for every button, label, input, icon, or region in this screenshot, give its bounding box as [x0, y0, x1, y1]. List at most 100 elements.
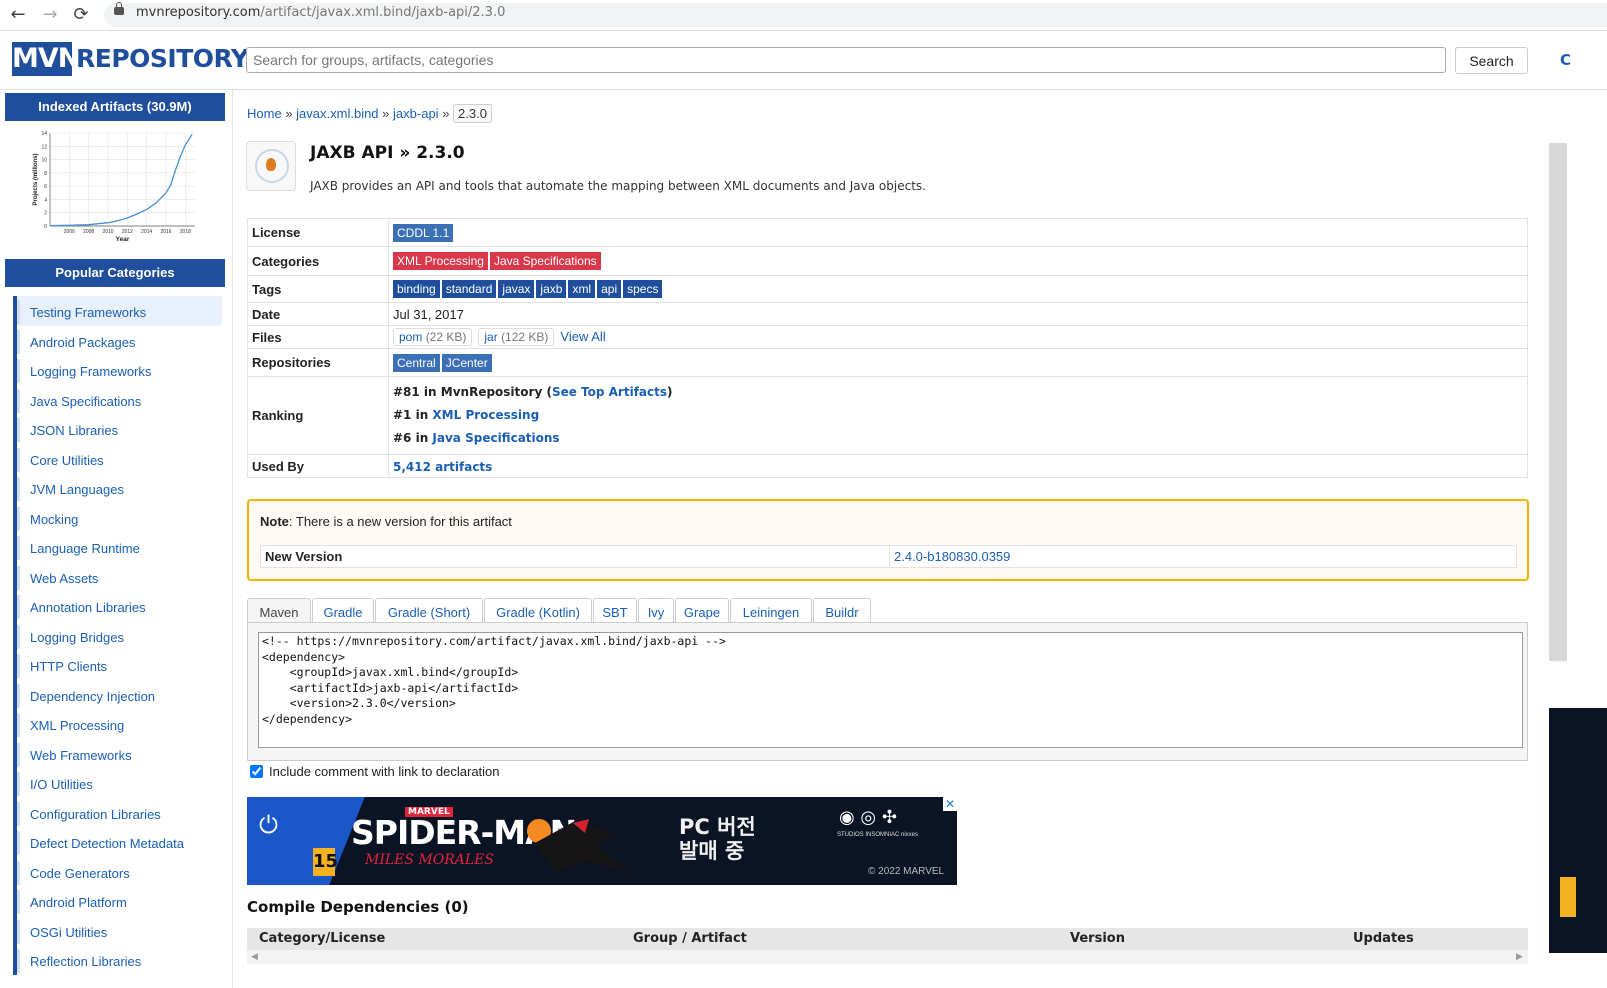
sidebar-category-item[interactable]: Android Platform: [17, 886, 222, 916]
license-badge[interactable]: CDDL 1.1: [393, 223, 454, 242]
header-edge-link[interactable]: C: [1560, 51, 1571, 69]
breadcrumb-separator: »: [382, 106, 390, 121]
dependency-snippet[interactable]: [258, 632, 1523, 748]
tag-badge[interactable]: standard: [441, 280, 497, 298]
tag-badge[interactable]: javax: [498, 280, 535, 298]
indexed-artifacts-title[interactable]: Indexed Artifacts (30.9M): [5, 93, 225, 121]
sidebar-category-item[interactable]: Android Packages: [17, 326, 222, 356]
sidebar-category-label: JVM Languages: [30, 482, 124, 497]
tag-badge[interactable]: binding: [393, 280, 440, 298]
horizontal-scrollbar[interactable]: ◀ ▶: [247, 950, 1528, 964]
category-list: Testing Frameworks Android Packages Loggin…: [13, 296, 222, 975]
tab-buildr[interactable]: Buildr: [813, 598, 871, 623]
sidebar-category-item[interactable]: Reflection Libraries: [17, 945, 222, 975]
sidebar-category-item[interactable]: Defect Detection Metadata: [17, 827, 222, 857]
ad-banner[interactable]: ⏻ MARVEL SPIDER-MAN MILES MORALES 15 PC …: [247, 797, 957, 885]
tag-badge[interactable]: xml: [568, 280, 596, 298]
tab-ivy[interactable]: Ivy: [638, 598, 674, 623]
tag-badge[interactable]: specs: [623, 280, 663, 298]
sidebar-category-item[interactable]: Testing Frameworks: [17, 296, 222, 326]
sidebar-category-label: JSON Libraries: [30, 423, 119, 438]
tab-sbt[interactable]: SBT: [593, 598, 637, 623]
sidebar-category-item[interactable]: JVM Languages: [17, 473, 222, 503]
date-label: Date: [247, 302, 389, 326]
file-jar-link[interactable]: jar (122 KB): [478, 328, 555, 346]
indexed-artifacts-chart[interactable]: 0 2 4 6 8 10 12 14 2006 2008 2010 2012 2014 2016 2018 Y…: [30, 128, 200, 246]
breadcrumb-home[interactable]: Home: [247, 106, 282, 121]
sidebar-category-item[interactable]: I/O Utilities: [17, 768, 222, 798]
rank-category-link[interactable]: Java Specifications: [432, 431, 559, 445]
used-by-link[interactable]: 5,412 artifacts: [393, 460, 492, 474]
include-comment-label[interactable]: Include comment with link to declaration: [269, 764, 500, 779]
logo-mvn[interactable]: MVN: [12, 42, 80, 76]
breadcrumb-artifact[interactable]: jaxb-api: [393, 106, 439, 121]
tab-grape[interactable]: Grape: [675, 598, 729, 623]
sidebar-category-item[interactable]: XML Processing: [17, 709, 222, 739]
breadcrumb-group[interactable]: javax.xml.bind: [296, 106, 378, 121]
reload-icon[interactable]: ⟳: [70, 4, 92, 26]
sidebar-category-item[interactable]: Configuration Libraries: [17, 798, 222, 828]
page-scrollbar[interactable]: [1549, 143, 1567, 661]
chart-x-tick-label: 2016: [160, 229, 171, 235]
file-name: pom: [399, 330, 423, 344]
category-badge[interactable]: XML Processing: [393, 252, 488, 270]
chart-y-tick-label: 12: [41, 144, 47, 150]
tab-maven[interactable]: Maven: [247, 598, 311, 624]
search-button[interactable]: Search: [1455, 47, 1528, 74]
chart-x-tick-label: 2012: [122, 229, 133, 235]
file-pom-link[interactable]: pom (22 KB): [393, 328, 473, 346]
scroll-left-icon[interactable]: ◀: [251, 950, 258, 964]
sidebar-category-item[interactable]: Dependency Injection: [17, 680, 222, 710]
sidebar-category-item[interactable]: JSON Libraries: [17, 414, 222, 444]
sidebar-category-label: Android Platform: [30, 895, 127, 910]
new-version-label: New Version: [260, 545, 890, 568]
dependency-snippet-panel: [247, 622, 1528, 761]
search-input[interactable]: [246, 47, 1446, 73]
sidebar-category-item[interactable]: Language Runtime: [17, 532, 222, 562]
tab-gradle-kotlin[interactable]: Gradle (Kotlin): [484, 598, 592, 623]
sidebar-category-item[interactable]: Mocking: [17, 503, 222, 533]
include-comment-checkbox[interactable]: [250, 765, 263, 778]
url-text[interactable]: mvnrepository.com/artifact/javax.xml.bin…: [136, 5, 505, 20]
chart-y-tick-label: 0: [44, 224, 47, 230]
sidebar-category-item[interactable]: Code Generators: [17, 857, 222, 887]
sidebar-category-label: Configuration Libraries: [30, 806, 161, 822]
sidebar-category-item[interactable]: HTTP Clients: [17, 650, 222, 680]
category-badge[interactable]: Java Specifications: [489, 252, 601, 270]
repo-badge[interactable]: JCenter: [441, 353, 492, 372]
scroll-right-icon[interactable]: ▶: [1516, 950, 1523, 964]
tab-gradle-short[interactable]: Gradle (Short): [375, 598, 483, 623]
tab-leiningen[interactable]: Leiningen: [730, 598, 812, 623]
sidebar-category-item[interactable]: OSGi Utilities: [17, 916, 222, 946]
ranking-row: Ranking #81 in MvnRepository (See Top Ar…: [247, 376, 1528, 455]
logo-repository[interactable]: REPOSITORY: [76, 42, 249, 76]
see-top-artifacts-link[interactable]: See Top Artifacts: [552, 385, 667, 399]
chart-y-tick-label: 2: [44, 211, 47, 217]
sidebar-category-label: Code Generators: [30, 865, 130, 881]
sidebar-category-item[interactable]: Web Frameworks: [17, 739, 222, 769]
tag-badge[interactable]: jaxb: [536, 280, 567, 298]
url-host: mvnrepository.com: [136, 5, 261, 20]
ad-close-icon[interactable]: ✕: [943, 797, 957, 811]
rank-category-link[interactable]: XML Processing: [432, 408, 539, 422]
back-icon[interactable]: ←: [7, 4, 29, 26]
sidebar-category-item[interactable]: Web Assets: [17, 562, 222, 592]
breadcrumb-version: 2.3.0: [453, 104, 492, 123]
sidebar-category-item[interactable]: Logging Frameworks: [17, 355, 222, 385]
tab-gradle[interactable]: Gradle: [312, 598, 374, 623]
browser-toolbar: ← → ⟳ mvnrepository.com/artifact/javax.x…: [0, 0, 1607, 31]
side-ad[interactable]: [1549, 708, 1607, 953]
sidebar-category-item[interactable]: Annotation Libraries: [17, 591, 222, 621]
forward-icon[interactable]: →: [39, 4, 61, 26]
view-all-files-link[interactable]: View All: [560, 329, 605, 344]
tag-badge[interactable]: api: [597, 280, 622, 298]
sidebar-category-item[interactable]: Java Specifications: [17, 385, 222, 415]
age-rating-badge: 15: [313, 848, 338, 876]
sidebar-category-item[interactable]: Core Utilities: [17, 444, 222, 474]
repo-badge[interactable]: Central: [393, 353, 440, 372]
sidebar-category-item[interactable]: Logging Bridges: [17, 621, 222, 651]
breadcrumb: Home » javax.xml.bind » jaxb-api » 2.3.0: [247, 104, 492, 123]
date-row: Date Jul 31, 2017: [247, 302, 1528, 326]
new-version-link[interactable]: 2.4.0-b180830.0359: [894, 549, 1010, 564]
license-label: License: [247, 218, 389, 247]
